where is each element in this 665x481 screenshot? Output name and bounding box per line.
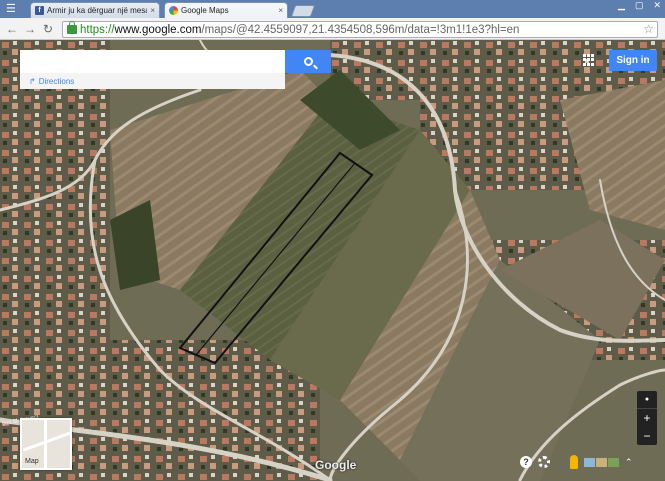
tab-google-maps[interactable]: Google Maps × xyxy=(164,2,288,18)
apps-grid-icon[interactable] xyxy=(583,54,595,66)
window-controls: ▁ ▢ ✕ xyxy=(618,0,661,11)
google-maps-icon xyxy=(169,6,178,15)
close-icon[interactable]: × xyxy=(278,6,283,15)
pegman-icon[interactable] xyxy=(570,455,578,469)
zoom-controls: ● + − xyxy=(637,391,657,445)
forward-arrow-icon[interactable]: → xyxy=(22,21,38,37)
tab-strip: ☰ f Armir ju ka dërguar një mesa × Googl… xyxy=(0,0,665,18)
search-button[interactable] xyxy=(285,50,331,73)
address-bar[interactable]: https://www.google.com/maps/@42.4559097,… xyxy=(62,21,658,38)
maximize-icon[interactable]: ▢ xyxy=(635,0,644,11)
back-arrow-icon[interactable]: ← xyxy=(4,21,20,37)
imagery-thumbnails[interactable] xyxy=(584,457,619,467)
tab-label: Armir ju ka dërguar një mesa xyxy=(47,6,148,15)
new-tab-button[interactable] xyxy=(290,5,316,17)
search-icon xyxy=(303,57,313,66)
url-text: https://www.google.com/maps/@42.4559097,… xyxy=(80,23,520,36)
tab-facebook[interactable]: f Armir ju ka dërguar një mesa × xyxy=(30,2,160,18)
map-footer-controls: ? ⌃ xyxy=(517,452,665,472)
zoom-out-button[interactable]: − xyxy=(637,427,657,445)
browser-toolbar: ← → ↻ https://www.google.com/maps/@42.45… xyxy=(0,18,665,40)
compass-icon[interactable]: ● xyxy=(637,391,657,409)
reload-icon[interactable]: ↻ xyxy=(40,21,56,37)
close-window-icon[interactable]: ✕ xyxy=(653,0,661,11)
satellite-map[interactable]: Ilmi Mrrkaveci xyxy=(0,40,665,481)
facebook-icon: f xyxy=(35,6,44,15)
map-type-thumbnail[interactable]: Map xyxy=(20,418,72,470)
close-icon[interactable]: × xyxy=(150,6,155,15)
lock-icon xyxy=(67,21,77,34)
bookmark-star-icon[interactable]: ☆ xyxy=(643,22,654,36)
sign-in-button[interactable]: Sign in xyxy=(609,50,657,71)
search-input[interactable] xyxy=(20,50,285,73)
directions-link[interactable]: ↱ Directions xyxy=(20,73,285,89)
help-icon[interactable]: ? xyxy=(520,456,532,468)
expand-icon[interactable]: ⌃ xyxy=(625,457,633,468)
satellite-imagery xyxy=(0,40,665,481)
google-logo: Google xyxy=(315,458,357,472)
search-box xyxy=(20,50,285,73)
directions-label: Directions xyxy=(38,76,75,86)
tab-label: Google Maps xyxy=(181,6,229,15)
directions-icon: ↱ xyxy=(29,76,36,86)
zoom-in-button[interactable]: + xyxy=(637,409,657,427)
gear-icon[interactable] xyxy=(538,456,550,468)
map-type-label: Map xyxy=(25,458,39,465)
minimize-icon[interactable]: ▁ xyxy=(618,0,625,11)
chrome-menu-icon[interactable]: ☰ xyxy=(6,2,24,16)
